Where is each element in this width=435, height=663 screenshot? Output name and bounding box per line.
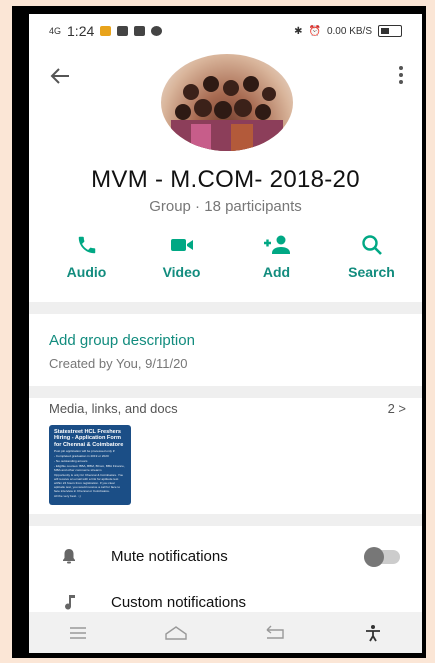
notification-icon: [100, 26, 112, 36]
group-avatar[interactable]: [161, 54, 293, 151]
section-divider: [29, 386, 422, 398]
thumbnail-title: Statestreet HCL Freshers Hiring - Applic…: [54, 429, 124, 448]
notification-icon: [117, 26, 129, 36]
video-label: Video: [162, 264, 201, 280]
group-photo: [171, 76, 283, 151]
thumbnail-line: - No outstanding arrears: [54, 458, 88, 463]
add-description-link[interactable]: Add group description: [49, 332, 195, 349]
add-label: Add: [262, 264, 291, 280]
music-note-icon: [65, 595, 75, 610]
description-section: Add group description Created by You, 9/…: [29, 314, 422, 386]
thumbnail-line: Opportunity is only for Chennai & Coimba…: [54, 472, 124, 493]
created-info: Created by You, 9/11/20: [49, 356, 188, 371]
toggle-knob: [364, 547, 384, 567]
alarm-icon: ⏰: [308, 25, 321, 37]
media-heading[interactable]: Media, links, and docs: [49, 401, 178, 416]
whatsapp-status-icon: [151, 26, 163, 36]
section-divider: [29, 302, 422, 314]
accessibility-nav-button[interactable]: [353, 618, 393, 648]
home-icon: [165, 625, 188, 640]
search-label: Search: [348, 264, 395, 280]
thumbnail-line: - Completed graduation in 2019 or 2020: [54, 453, 109, 458]
video-call-button[interactable]: Video: [144, 234, 219, 294]
thumbnail-line: Post job application will be processed o…: [54, 448, 116, 453]
add-person-icon: [263, 235, 290, 254]
custom-notifications-label: Custom notifications: [111, 594, 247, 611]
group-participants: Group · 18 participants: [149, 198, 302, 215]
add-participant-button[interactable]: Add: [239, 234, 314, 294]
system-nav-bar: [29, 612, 422, 653]
bell-icon: [63, 549, 75, 564]
section-divider: [29, 514, 422, 526]
network-speed: 0.00 KB/S: [326, 25, 372, 37]
group-name: MVM - M.COM- 2018-20: [91, 166, 360, 193]
search-icon: [361, 235, 382, 255]
media-thumbnail[interactable]: Statestreet HCL Freshers Hiring - Applic…: [49, 425, 131, 505]
search-button[interactable]: Search: [334, 234, 409, 294]
thumbnail-line: All the very best. :-): [54, 493, 81, 498]
thumbnail-line: - Eligible courses: BBA, BBM, BCom, BBA …: [54, 463, 125, 472]
phone-icon: [78, 236, 95, 254]
notification-icon: [134, 26, 146, 36]
more-options-icon[interactable]: [396, 64, 406, 86]
home-nav-button[interactable]: [156, 618, 196, 648]
accessibility-icon: [365, 624, 380, 641]
return-icon: [266, 625, 284, 639]
status-time: 1:24: [67, 23, 95, 39]
video-camera-icon: [170, 239, 193, 251]
mute-toggle[interactable]: [364, 547, 400, 567]
phone-screen: 4G 1:24 ✱ ⏰ 0.00 KB/S MVM - M.COM- 2018-…: [29, 14, 422, 653]
mute-notifications-label: Mute notifications: [111, 548, 228, 565]
action-row: Audio Video Add Search: [49, 234, 409, 294]
back-nav-button[interactable]: [255, 618, 295, 648]
menu-lines-icon: [70, 626, 87, 639]
audio-label: Audio: [66, 264, 107, 280]
back-arrow-icon[interactable]: [49, 66, 71, 86]
status-bar: 4G 1:24 ✱ ⏰ 0.00 KB/S: [29, 14, 422, 48]
battery-icon: [378, 25, 402, 37]
media-count-link[interactable]: 2 >: [388, 401, 406, 416]
bluetooth-icon: ✱: [294, 25, 303, 37]
mute-notifications-row[interactable]: Mute notifications: [29, 536, 422, 576]
menu-nav-button[interactable]: [58, 618, 98, 648]
signal-indicator: 4G: [49, 25, 62, 36]
audio-call-button[interactable]: Audio: [49, 234, 124, 294]
